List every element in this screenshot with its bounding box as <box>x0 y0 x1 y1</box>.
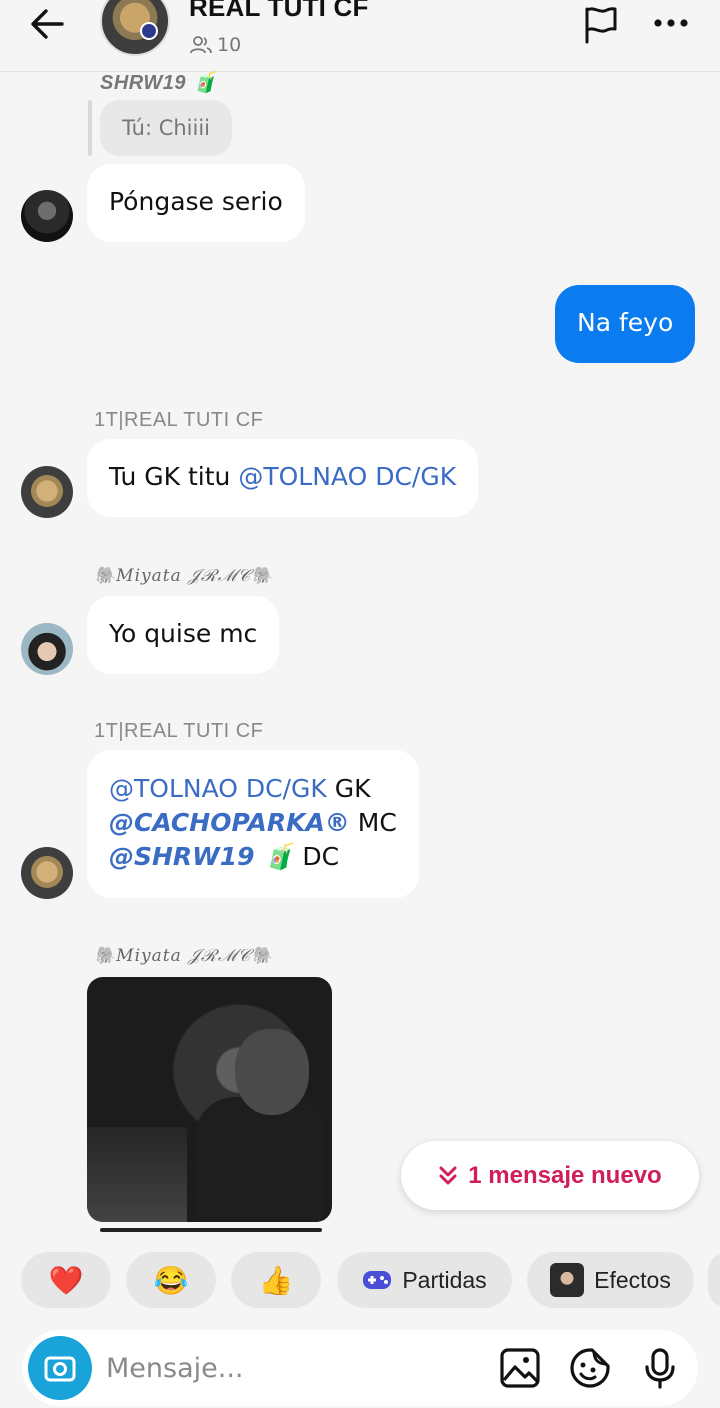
heart-icon: ❤️ <box>48 1264 84 1296</box>
effects-thumbnail-icon <box>550 1263 585 1297</box>
camera-button[interactable] <box>28 1336 92 1400</box>
message-text: DC <box>294 842 340 871</box>
thumbs-up-icon: 👍 <box>258 1264 294 1296</box>
laughing-face-icon: 😂 <box>153 1264 189 1296</box>
sender-name: SHRW19 🧃 <box>100 72 218 94</box>
gallery-icon[interactable] <box>498 1346 542 1390</box>
message-text: GK <box>326 774 371 803</box>
message-bubble[interactable]: Póngase serio <box>87 164 305 242</box>
message-input[interactable] <box>106 1344 486 1392</box>
members-icon <box>190 36 212 54</box>
mention-link[interactable]: @SHRW19 🧃 <box>109 842 294 871</box>
message-bubble[interactable]: Yo quise mc <box>87 596 280 674</box>
sender-name: 1T|REAL TUTI CF <box>94 720 264 742</box>
photo-figure-head <box>235 1029 309 1115</box>
avatar[interactable] <box>21 190 73 242</box>
mention-link[interactable]: @TOLNAO DC/GK <box>109 774 327 803</box>
photo-stack-edge <box>100 1228 322 1232</box>
photo-crowd <box>87 1127 187 1222</box>
laugh-reaction-chip[interactable]: 😂 <box>126 1252 216 1308</box>
member-count-value: 10 <box>217 34 242 56</box>
member-count[interactable]: 10 <box>189 34 241 56</box>
photo-message[interactable] <box>87 977 332 1222</box>
camera-icon <box>44 1356 76 1382</box>
photo-figure-body <box>195 1097 325 1222</box>
games-label: Partidas <box>402 1266 487 1293</box>
sender-name: 🐘Miyata 𝒥ℛℳ𝒞🐘 <box>94 946 274 966</box>
message-bubble[interactable]: Tu GK titu @TOLNAO DC/GK <box>87 439 479 517</box>
more-chip[interactable] <box>708 1252 720 1308</box>
mention-link[interactable]: @CACHOPARKA® <box>109 808 350 837</box>
new-message-label: 1 mensaje nuevo <box>468 1161 662 1189</box>
message-bubble[interactable]: @TOLNAO DC/GK GK @CACHOPARKA® MC @SHRW19… <box>87 750 419 898</box>
sticker-icon[interactable] <box>568 1346 612 1390</box>
chat-header: REAL TUTI CF 10 <box>0 0 720 72</box>
effects-label: Efectos <box>594 1266 671 1293</box>
sender-name: 1T|REAL TUTI CF <box>94 409 264 431</box>
quoted-reply[interactable]: Tú: Chiiii <box>100 100 233 156</box>
reply-indicator <box>88 100 92 156</box>
double-chevron-down-icon <box>439 1166 457 1184</box>
more-options-icon[interactable] <box>650 8 694 38</box>
microphone-icon[interactable] <box>638 1346 682 1390</box>
message-composer <box>22 1330 698 1406</box>
sender-name: 🐘Miyata 𝒥ℛℳ𝒞🐘 <box>94 566 274 586</box>
mention-link[interactable]: @TOLNAO DC/GK <box>238 462 456 491</box>
back-arrow-icon[interactable] <box>26 4 70 44</box>
flag-icon[interactable] <box>580 4 622 44</box>
heart-reaction-chip[interactable]: ❤️ <box>21 1252 111 1308</box>
message-text: MC <box>349 808 397 837</box>
avatar[interactable] <box>21 847 73 899</box>
quick-reaction-bar: ❤️ 😂 👍 Partidas Efectos <box>0 1252 720 1310</box>
message-text: Tu GK titu <box>109 462 239 491</box>
my-message-bubble[interactable]: Na feyo <box>555 285 696 363</box>
effects-chip[interactable]: Efectos <box>527 1252 694 1308</box>
group-title[interactable]: REAL TUTI CF <box>189 0 369 23</box>
group-avatar[interactable] <box>100 0 170 56</box>
thumbs-up-reaction-chip[interactable]: 👍 <box>231 1252 321 1308</box>
avatar[interactable] <box>21 623 73 675</box>
gamepad-icon <box>363 1271 392 1289</box>
avatar[interactable] <box>21 466 73 518</box>
new-message-button[interactable]: 1 mensaje nuevo <box>401 1141 699 1210</box>
games-chip[interactable]: Partidas <box>337 1252 512 1308</box>
